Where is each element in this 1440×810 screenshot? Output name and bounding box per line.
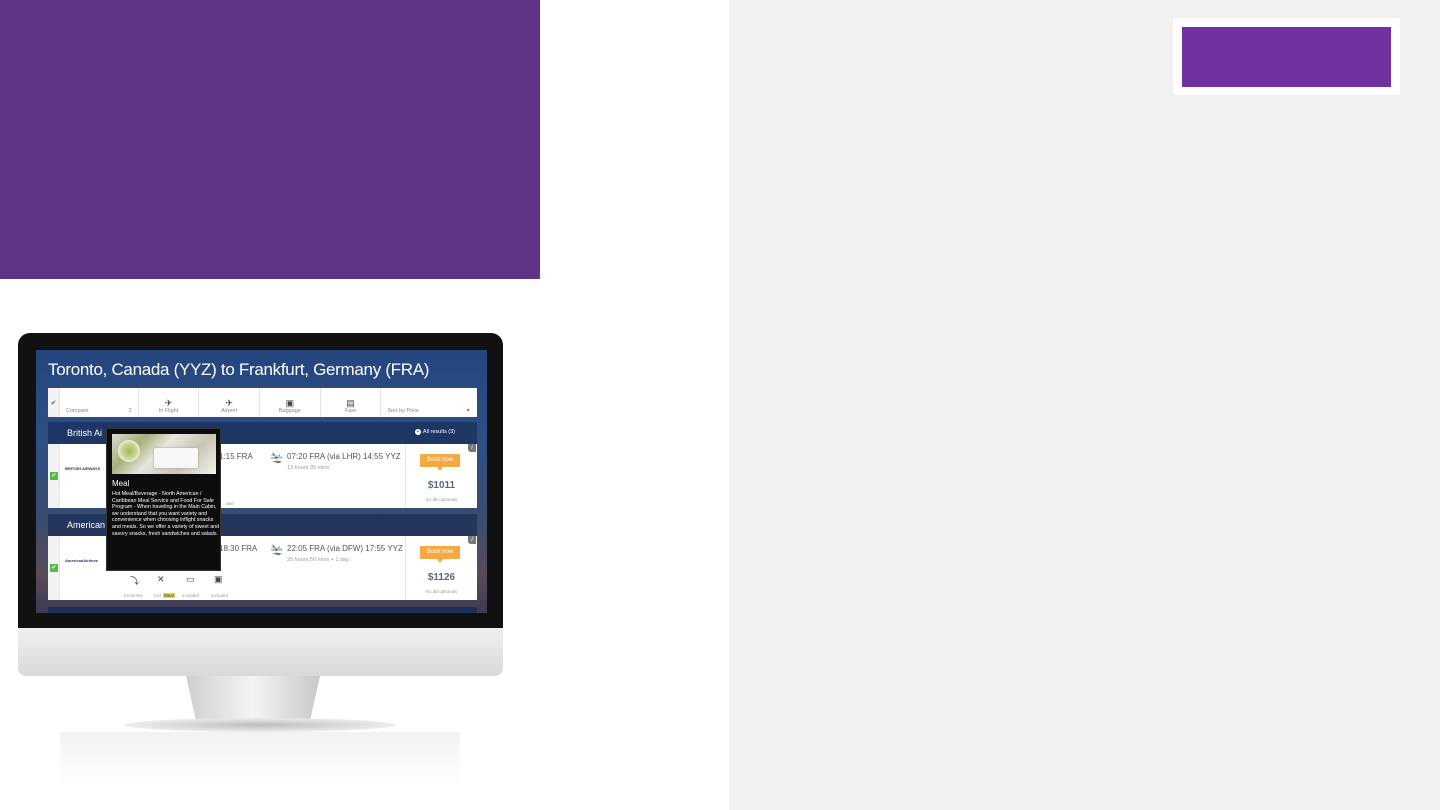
baggage-icon: ▣ xyxy=(285,398,295,408)
plate-image xyxy=(154,448,198,468)
next-group-header xyxy=(48,607,477,613)
all-results-label: All results (3) xyxy=(422,429,455,435)
compare-label: Compare xyxy=(66,408,89,414)
filter-airport[interactable]: ✈ Airport xyxy=(199,388,261,417)
fare-price: $1126 xyxy=(427,572,456,583)
select-checkbox[interactable]: ✔ xyxy=(50,564,58,572)
check-icon[interactable]: ✔ xyxy=(48,388,60,417)
airline-logo: BRITISH AIRWAYS xyxy=(65,466,101,471)
return-segment: 07:20 FRA (via LHR) 14:55 YYZ xyxy=(287,452,401,461)
filter-in-flight[interactable]: ✈ In Flight xyxy=(139,388,200,417)
book-now-button[interactable]: Book now xyxy=(420,454,460,471)
monitor-stand-base xyxy=(125,718,395,732)
fare-price: $1011 xyxy=(427,480,456,491)
monitor: Toronto, Canada (YYZ) to Frankfurt, Germ… xyxy=(18,333,503,676)
amenity-label: Included xyxy=(211,593,229,598)
filter-label: Baggage xyxy=(278,408,301,414)
landing-icon: 🛬 xyxy=(270,452,284,464)
sort-select[interactable]: Sort by Price ▼ xyxy=(381,388,477,417)
meal-tooltip: Meal Hot Meal/Beverage - North American … xyxy=(106,428,221,571)
landing-icon: 🛬 xyxy=(270,544,284,556)
meal-hover-chip: Meal xyxy=(163,593,175,598)
meal-photo xyxy=(112,434,216,474)
filter-label: Fare xyxy=(344,408,357,414)
accent-frame xyxy=(1173,18,1400,95)
filter-label: In Flight xyxy=(158,408,179,414)
tooltip-title: Meal xyxy=(112,479,130,488)
monitor-stand-neck xyxy=(186,676,320,724)
monitor-reflection xyxy=(60,732,460,784)
purple-banner xyxy=(0,0,540,279)
gray-side-panel xyxy=(729,0,1440,810)
tooltip-body: Hot Meal/Beverage - North American / Car… xyxy=(112,491,220,537)
compare-filter[interactable]: Compare 2 xyxy=(60,388,139,417)
book-now-button[interactable]: Book now xyxy=(420,546,460,563)
results-toolbar: ✔ Compare 2 ✈ In Flight ✈ Airport ▣ Bagg… xyxy=(48,388,477,417)
meal-icon[interactable]: ✕ xyxy=(157,574,165,585)
airport-icon: ✈ xyxy=(225,398,233,408)
airline-group-name: American xyxy=(67,520,106,530)
plane-icon: ✈ xyxy=(164,398,173,408)
amenity-label: ded xyxy=(226,501,234,506)
amenity-label: Economy xyxy=(124,593,143,598)
chevron-down-icon: ▼ xyxy=(465,408,471,414)
fare-fees-note: Inc.$0 optionals xyxy=(425,589,458,594)
trip-duration: 13 hours 35 mins xyxy=(287,465,330,471)
info-icon[interactable]: i xyxy=(468,536,476,544)
filter-label: Airport xyxy=(221,408,238,414)
sort-label: Sort by Price xyxy=(387,408,419,414)
salad-bowl-image xyxy=(118,440,140,462)
outbound-segment: 18:30 FRA xyxy=(219,544,258,553)
fare-fees-note: Inc.$0 optionals xyxy=(425,497,458,502)
accent-box xyxy=(1182,27,1391,87)
tv-icon[interactable]: ▭ xyxy=(186,574,195,585)
filter-fare[interactable]: ▤ Fare xyxy=(321,388,382,417)
monitor-chin xyxy=(18,628,503,676)
outbound-segment: 1:15 FRA xyxy=(219,452,253,461)
slide: Toronto, Canada (YYZ) to Frankfurt, Germ… xyxy=(0,0,1440,810)
info-icon[interactable]: i xyxy=(468,444,476,452)
amenity-label: Incl xyxy=(154,593,162,598)
filter-baggage[interactable]: ▣ Baggage xyxy=(260,388,321,417)
compare-count: 2 xyxy=(128,408,132,414)
select-checkbox[interactable]: ✔ xyxy=(50,472,58,480)
plus-icon: + xyxy=(414,429,421,435)
trip-duration: 25 hours 50 mins + 1 day xyxy=(287,557,349,563)
return-segment: 22:05 FRA (via DFW) 17:55 YYZ xyxy=(287,544,403,553)
amenity-label: Included xyxy=(182,593,200,598)
all-results-link[interactable]: + All results (3) xyxy=(414,429,455,435)
seat-icon[interactable]: ⤵ xyxy=(130,574,139,587)
fare-icon: ▤ xyxy=(346,398,355,408)
monitor-screen: Toronto, Canada (YYZ) to Frankfurt, Germ… xyxy=(36,350,487,613)
airline-group-name: British Ai xyxy=(67,428,103,438)
luggage-icon[interactable]: ▣ xyxy=(214,574,223,585)
airline-logo: AmericanAirlines xyxy=(65,558,98,563)
route-title: Toronto, Canada (YYZ) to Frankfurt, Germ… xyxy=(48,360,430,379)
